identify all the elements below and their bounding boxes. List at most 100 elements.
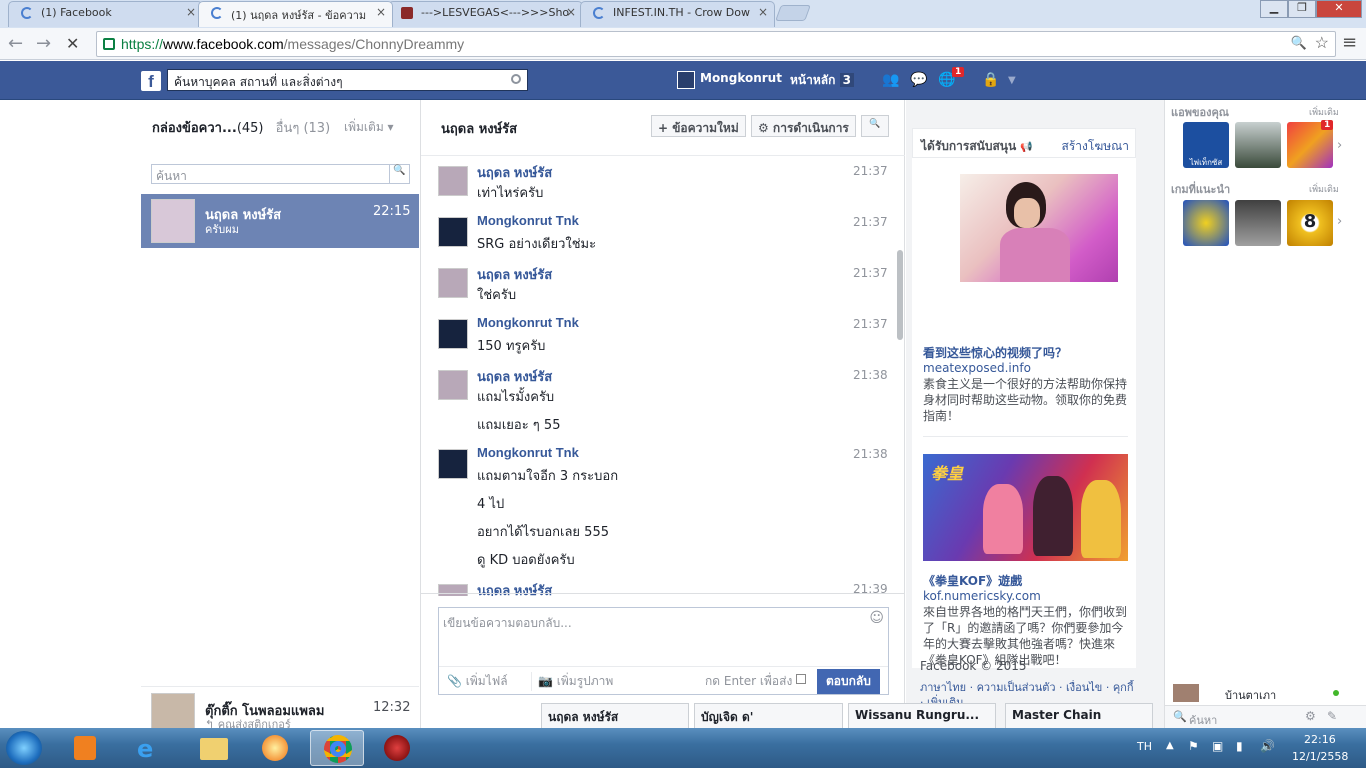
- taskbar-app[interactable]: [248, 730, 302, 766]
- facebook-search-input[interactable]: ค้นหาบุคคล สถานที่ และสิ่งต่างๆ: [167, 69, 528, 91]
- message-sender[interactable]: นฤดล หงษ์รัส: [477, 264, 552, 285]
- message-sender[interactable]: Mongkonrut Tnk: [477, 213, 579, 228]
- start-button[interactable]: [6, 731, 42, 765]
- app-icon-texas-poker[interactable]: ไพ่เท็กซัส: [1183, 122, 1229, 168]
- attach-photo-button[interactable]: 📷 เพิ่มรูปภาพ: [531, 672, 613, 691]
- message-sender[interactable]: นฤดล หงษ์รัส: [477, 366, 552, 387]
- settings-dropdown-icon[interactable]: ▼: [1008, 75, 1026, 91]
- new-message-button[interactable]: + ข้อความใหม่: [651, 115, 746, 137]
- apps-more-link[interactable]: เพิ่มเติม: [1309, 105, 1339, 119]
- actions-button[interactable]: ⚙ การดำเนินการ: [751, 115, 856, 137]
- game-icon-8ball[interactable]: 8: [1287, 200, 1333, 246]
- avatar[interactable]: [438, 370, 468, 400]
- scrollbar-thumb[interactable]: [897, 250, 903, 340]
- maximize-button[interactable]: ❐: [1288, 0, 1316, 18]
- chat-tab[interactable]: Wissanu Rungru...: [848, 703, 996, 728]
- taskbar-media-player[interactable]: [58, 730, 112, 766]
- close-tab-icon[interactable]: ×: [758, 5, 768, 19]
- network-icon[interactable]: ▮: [1236, 739, 1243, 753]
- show-hidden-icons[interactable]: ▲: [1166, 740, 1174, 751]
- attach-file-button[interactable]: 📎 เพิ่มไฟล์: [447, 672, 508, 691]
- games-more-link[interactable]: เพิ่มเติม: [1309, 182, 1339, 196]
- ad-image[interactable]: [960, 174, 1118, 282]
- close-tab-icon[interactable]: ×: [376, 5, 386, 19]
- message-time: 21:38: [853, 368, 888, 382]
- ad-domain[interactable]: kof.numericsky.com: [923, 589, 1041, 603]
- flag-icon[interactable]: ⚑: [1188, 739, 1199, 753]
- game-icon-fast-furious[interactable]: [1235, 200, 1281, 246]
- volume-icon[interactable]: 🔊: [1260, 739, 1275, 753]
- ad-image[interactable]: 拳皇: [923, 454, 1128, 561]
- back-button[interactable]: ←: [8, 33, 23, 54]
- bookmark-star-icon[interactable]: ☆: [1315, 33, 1329, 53]
- search-icon[interactable]: 🔍: [389, 165, 409, 183]
- messages-icon[interactable]: 💬: [910, 72, 928, 88]
- reply-textarea[interactable]: เขียนข้อความตอบกลับ...: [443, 614, 863, 662]
- avatar[interactable]: [438, 319, 468, 349]
- ad-title[interactable]: 看到这些惊心的视频了吗？: [923, 344, 1067, 361]
- taskbar-ie[interactable]: e: [122, 730, 176, 766]
- chat-tab[interactable]: บัญเจิด ด': [694, 703, 843, 728]
- ad-domain[interactable]: meatexposed.info: [923, 361, 1031, 375]
- reply-button[interactable]: ตอบกลับ: [817, 669, 880, 694]
- enter-to-send-checkbox[interactable]: [796, 674, 806, 684]
- compose-icon[interactable]: ✎: [1327, 709, 1337, 723]
- facebook-logo[interactable]: f: [141, 71, 161, 91]
- conversation-item[interactable]: ตุ๊กติ๊ก โนพลอมแพลม ↰ คุณส่งสติกเกอร์ 12…: [141, 686, 419, 731]
- avatar[interactable]: [438, 217, 468, 247]
- chat-tab[interactable]: นฤดล หงษ์รัส: [541, 703, 689, 728]
- address-bar[interactable]: https://www.facebook.com/messages/Chonny…: [96, 31, 1336, 57]
- browser-tab-lesvegas[interactable]: --->LESVEGAS<--->>>Sho ×: [388, 1, 583, 27]
- device-icon[interactable]: ▣: [1212, 739, 1223, 753]
- browser-tab-messages[interactable]: (1) นฤดล หงษ์รัส - ข้อความ ×: [198, 1, 393, 27]
- clock-date[interactable]: 12/1/2558: [1292, 750, 1348, 763]
- zoom-icon[interactable]: 🔍: [1291, 35, 1307, 51]
- games-next-icon[interactable]: ›: [1337, 214, 1342, 229]
- user-avatar[interactable]: [677, 71, 695, 89]
- attach-photo-label: เพิ่มรูปภาพ: [556, 674, 614, 688]
- avatar[interactable]: [438, 449, 468, 479]
- stop-button[interactable]: ✕: [66, 34, 79, 53]
- chat-contact-item[interactable]: บ้านตาเภา: [1165, 682, 1366, 704]
- emoji-icon[interactable]: ☺: [869, 610, 884, 626]
- close-tab-icon[interactable]: ×: [186, 5, 196, 19]
- friend-requests-icon[interactable]: 👥: [882, 72, 900, 88]
- privacy-lock-icon[interactable]: 🔒: [982, 72, 1000, 88]
- gear-icon[interactable]: ⚙: [1305, 709, 1316, 723]
- chat-tab[interactable]: Master Chain: [1005, 703, 1153, 728]
- game-icon-cg[interactable]: [1183, 200, 1229, 246]
- thread-search-button[interactable]: 🔍: [861, 115, 889, 137]
- chat-search-bar[interactable]: 🔍 ค้นหา ⚙ ✎: [1165, 705, 1366, 728]
- language-indicator[interactable]: TH: [1137, 740, 1152, 753]
- avatar[interactable]: [438, 584, 468, 596]
- forward-button[interactable]: →: [36, 33, 51, 54]
- taskbar-game[interactable]: [370, 730, 424, 766]
- browser-tab-facebook[interactable]: (1) Facebook ×: [8, 1, 203, 27]
- browser-tab-infest[interactable]: INFEST.IN.TH - Crow Dow ×: [580, 1, 775, 27]
- minimize-button[interactable]: ▁: [1260, 0, 1288, 18]
- ad-title[interactable]: 《拳皇KOF》遊戲: [923, 572, 1022, 589]
- clock-time[interactable]: 22:16: [1304, 733, 1336, 746]
- taskbar-explorer[interactable]: [186, 730, 240, 766]
- close-tab-icon[interactable]: ×: [566, 5, 576, 19]
- avatar[interactable]: [438, 166, 468, 196]
- menu-icon[interactable]: ≡: [1342, 32, 1357, 53]
- apps-next-icon[interactable]: ›: [1337, 138, 1342, 153]
- new-tab-button[interactable]: [775, 5, 811, 21]
- message-sender[interactable]: นฤดล หงษ์รัส: [477, 162, 552, 183]
- app-icon-moto[interactable]: [1235, 122, 1281, 168]
- conversation-item-selected[interactable]: นฤดล หงษ์รัส ครับผม 22:15: [141, 194, 419, 248]
- inbox-search-input[interactable]: ค้นหา 🔍: [151, 164, 410, 184]
- close-window-button[interactable]: ✕: [1316, 0, 1362, 18]
- message-sender[interactable]: Mongkonrut Tnk: [477, 445, 579, 460]
- create-ad-link[interactable]: สร้างโฆษณา: [1062, 137, 1130, 156]
- other-folder-link[interactable]: อื่นๆ (13): [276, 121, 331, 136]
- taskbar-chrome[interactable]: [310, 730, 364, 766]
- message-sender[interactable]: Mongkonrut Tnk: [477, 315, 579, 330]
- inbox-title[interactable]: กล่องข้อควา...: [152, 121, 237, 136]
- more-dropdown[interactable]: เพิ่มเติม ▾: [344, 118, 394, 137]
- avatar[interactable]: [438, 268, 468, 298]
- home-link[interactable]: หน้าหลัก 3: [790, 71, 854, 90]
- search-icon[interactable]: [511, 74, 521, 84]
- user-name-link[interactable]: Mongkonrut: [700, 71, 782, 85]
